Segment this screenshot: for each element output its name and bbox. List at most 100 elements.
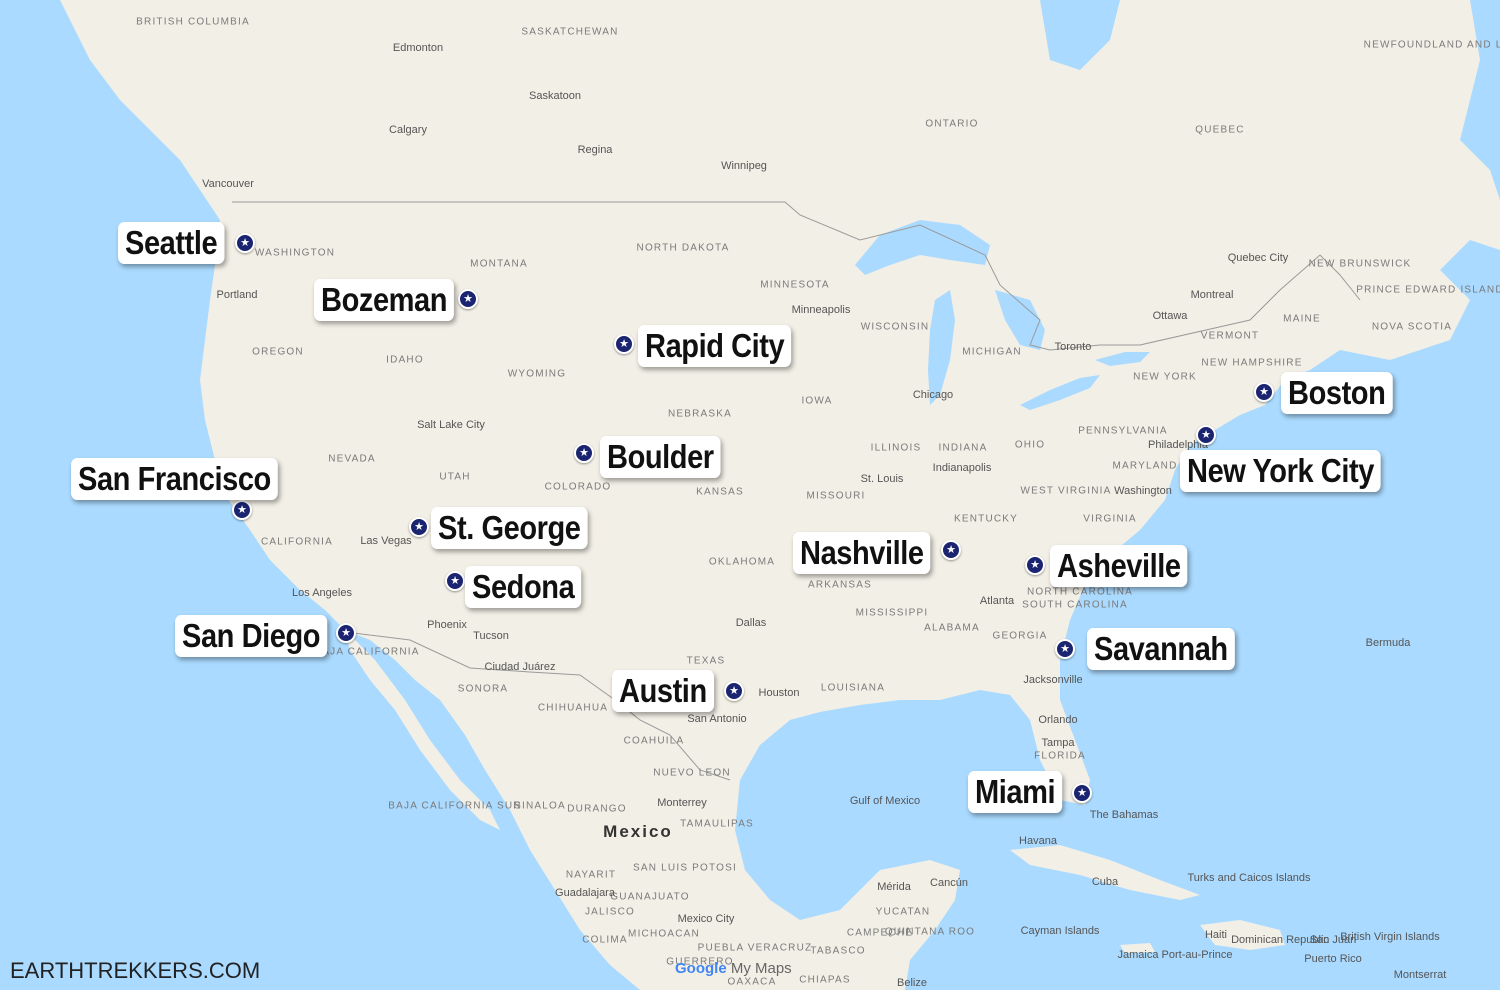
destination-label[interactable]: Miami <box>968 771 1063 813</box>
region-label: ARKANSAS <box>807 579 873 591</box>
destination-marker-star-icon[interactable]: ★ <box>445 571 465 591</box>
city-label: Ottawa <box>1152 310 1188 322</box>
city-label: Monterrey <box>657 797 707 809</box>
region-label: COAHUILA <box>623 735 685 747</box>
region-label: VERMONT <box>1200 330 1260 342</box>
destination-marker-star-icon[interactable]: ★ <box>1072 783 1092 803</box>
region-label: BAJA CALIFORNIA <box>314 646 420 658</box>
region-label: NEVADA <box>328 453 376 465</box>
destination-label[interactable]: Nashville <box>793 532 931 574</box>
region-label: MICHIGAN <box>962 346 1022 358</box>
city-label: Toronto <box>1054 341 1092 353</box>
region-label: NAYARIT <box>565 869 617 881</box>
city-label: Chicago <box>912 389 954 401</box>
region-label: MICHOACAN <box>628 928 700 940</box>
region-label: WASHINGTON <box>254 247 336 259</box>
region-label: CHIAPAS <box>799 974 851 986</box>
region-label: OHIO <box>1014 439 1046 451</box>
destination-marker-star-icon[interactable]: ★ <box>1055 639 1075 659</box>
region-label: WISCONSIN <box>860 321 930 333</box>
region-label: KENTUCKY <box>953 513 1019 525</box>
destination-marker-star-icon[interactable]: ★ <box>1025 555 1045 575</box>
region-label: ILLINOIS <box>870 442 922 454</box>
city-label: Regina <box>577 144 613 156</box>
destination-label[interactable]: San Diego <box>175 615 328 657</box>
region-label: TABASCO <box>810 945 866 957</box>
destination-label[interactable]: Sedona <box>465 566 582 608</box>
city-label: Cuba <box>1091 876 1119 888</box>
region-label: NORTH DAKOTA <box>636 242 730 254</box>
region-label: ALABAMA <box>924 622 980 634</box>
city-label: British Virgin Islands <box>1340 931 1440 943</box>
city-label: Montserrat <box>1393 969 1447 981</box>
region-label: NEBRASKA <box>667 408 733 420</box>
region-label: JALISCO <box>584 906 636 918</box>
city-label: Portland <box>216 289 258 301</box>
city-label: Saskatoon <box>529 90 581 102</box>
destination-marker-star-icon[interactable]: ★ <box>235 233 255 253</box>
destination-marker-star-icon[interactable]: ★ <box>614 334 634 354</box>
region-label: WYOMING <box>507 368 567 380</box>
region-label: NEWFOUNDLAND AND LABRADOR <box>1363 39 1500 51</box>
region-label: MARYLAND <box>1112 460 1178 472</box>
destination-label[interactable]: San Francisco <box>71 458 278 500</box>
region-label: GUANAJUATO <box>610 891 690 903</box>
destination-marker-star-icon[interactable]: ★ <box>724 681 744 701</box>
destination-label[interactable]: Bozeman <box>314 279 455 321</box>
region-label: INDIANA <box>938 442 988 454</box>
city-label: Montreal <box>1190 289 1234 301</box>
region-label: BRITISH COLUMBIA <box>136 16 250 28</box>
city-label: Tucson <box>473 630 509 642</box>
destination-label[interactable]: Rapid City <box>638 325 792 367</box>
region-label: PENNSYLVANIA <box>1078 425 1168 437</box>
region-label: NORTH CAROLINA <box>1026 586 1134 598</box>
destination-marker-star-icon[interactable]: ★ <box>336 623 356 643</box>
city-label: Indianapolis <box>932 462 992 474</box>
destination-label[interactable]: Boulder <box>600 436 721 478</box>
destination-marker-star-icon[interactable]: ★ <box>1196 425 1216 445</box>
destination-marker-star-icon[interactable]: ★ <box>1254 382 1274 402</box>
region-label: GEORGIA <box>992 630 1048 642</box>
city-label: Edmonton <box>392 42 444 54</box>
city-label: San Antonio <box>687 713 747 725</box>
destination-marker-star-icon[interactable]: ★ <box>941 540 961 560</box>
region-label: SOUTH CAROLINA <box>1022 599 1128 611</box>
city-label: Port-au-Prince <box>1161 949 1233 961</box>
destination-label[interactable]: New York City <box>1180 450 1381 492</box>
city-label: Gulf of Mexico <box>849 795 921 807</box>
city-label: Dallas <box>735 617 767 629</box>
city-label: Minneapolis <box>791 304 851 316</box>
destination-label[interactable]: Savannah <box>1087 628 1235 670</box>
city-label: Calgary <box>389 124 427 136</box>
region-label: IDAHO <box>386 354 424 366</box>
city-label: Bermuda <box>1365 637 1411 649</box>
destination-label[interactable]: Boston <box>1281 372 1393 414</box>
destination-label[interactable]: St. George <box>431 507 588 549</box>
destination-marker-star-icon[interactable]: ★ <box>574 443 594 463</box>
city-label: Ciudad Juárez <box>484 661 556 673</box>
city-label: St. Louis <box>860 473 904 485</box>
city-label: Cancún <box>930 877 968 889</box>
city-label: Washington <box>1114 485 1172 497</box>
city-label: Haiti <box>1204 929 1228 941</box>
region-label: QUINTANA ROO <box>884 926 976 938</box>
destination-label[interactable]: Asheville <box>1050 545 1188 587</box>
destination-marker-star-icon[interactable]: ★ <box>232 500 252 520</box>
region-label: PUEBLA <box>697 942 745 954</box>
country-label: Mexico <box>603 822 673 841</box>
region-label: BAJA CALIFORNIA SUR <box>388 800 522 812</box>
region-label: SONORA <box>457 683 509 695</box>
destination-marker-star-icon[interactable]: ★ <box>409 517 429 537</box>
city-label: The Bahamas <box>1089 809 1159 821</box>
destination-label[interactable]: Seattle <box>118 222 225 264</box>
region-label: NEW HAMPSHIRE <box>1201 357 1303 369</box>
region-label: PRINCE EDWARD ISLAND <box>1356 284 1500 296</box>
region-label: MONTANA <box>470 258 528 270</box>
destination-marker-star-icon[interactable]: ★ <box>458 289 478 309</box>
region-label: CALIFORNIA <box>260 536 334 548</box>
region-label: NEW YORK <box>1133 371 1197 383</box>
region-label: NOVA SCOTIA <box>1371 321 1453 333</box>
region-label: SASKATCHEWAN <box>521 26 619 38</box>
city-label: Atlanta <box>979 595 1015 607</box>
destination-label[interactable]: Austin <box>612 670 714 712</box>
